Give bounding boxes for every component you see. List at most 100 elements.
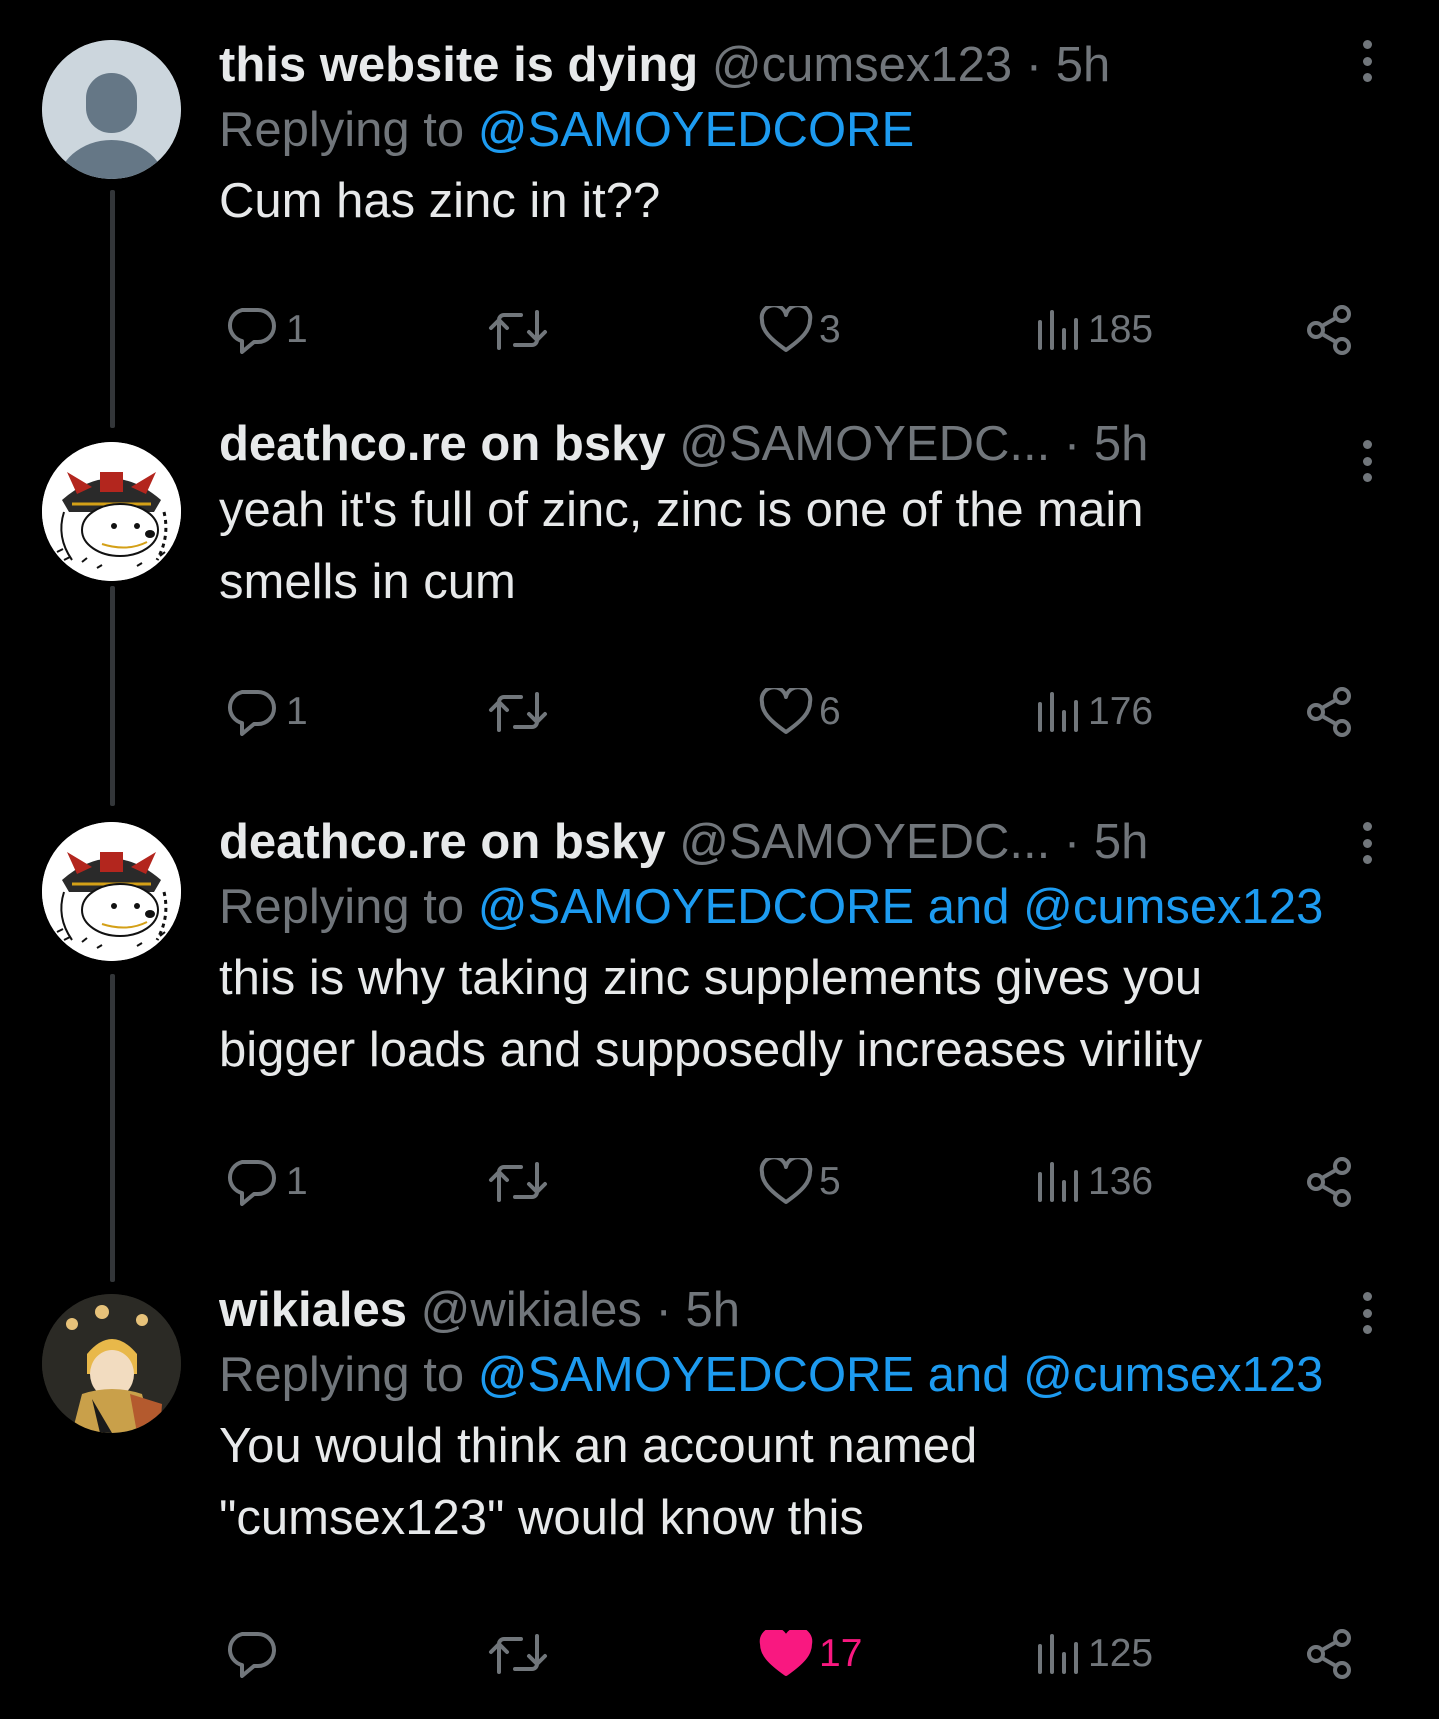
reply-count: 1 [286, 308, 308, 351]
action-bar: 17 125 [219, 1624, 1439, 1684]
share-icon [1307, 305, 1351, 355]
post-3[interactable]: deathco.re on bsky @SAMOYEDC... · 5h Rep… [0, 780, 1439, 1207]
samoyed-samurai-avatar [42, 822, 181, 961]
share-button[interactable] [1304, 300, 1356, 360]
views-count: 176 [1088, 690, 1154, 733]
timestamp[interactable]: 5h [1056, 38, 1111, 92]
separator: · [1063, 417, 1081, 471]
post-text: yeah it's full of zinc, zinc is one of t… [219, 483, 1144, 609]
avatar[interactable] [42, 822, 181, 961]
replying-to: Replying to @SAMOYEDCORE and @cumsex123 [219, 1340, 1439, 1410]
replying-to: Replying to @SAMOYEDCORE and @cumsex123 [219, 872, 1439, 942]
repost-icon [489, 1634, 547, 1674]
timestamp[interactable]: 5h [1094, 417, 1149, 471]
repost-icon [489, 1162, 547, 1202]
repost-icon [489, 692, 547, 732]
post-1[interactable]: this website is dying @cumsex123 · 5h Re… [0, 0, 1439, 380]
post-header: deathco.re on bsky @SAMOYEDC... · 5h [219, 414, 1439, 474]
like-icon [759, 1158, 813, 1204]
like-button[interactable]: 3 [759, 300, 841, 360]
samoyed-samurai-avatar [42, 442, 181, 581]
more-options-icon[interactable] [1363, 822, 1373, 864]
share-icon [1307, 1157, 1351, 1207]
replying-prefix: Replying to [219, 1348, 478, 1402]
reply-button[interactable]: 1 [224, 300, 308, 360]
replying-prefix: Replying to [219, 103, 478, 157]
user-handle[interactable]: @SAMOYEDC... [679, 417, 1050, 471]
post-text: this is why taking zinc supplements give… [219, 951, 1203, 1077]
display-name[interactable]: deathco.re on bsky [219, 417, 666, 471]
avatar[interactable] [42, 442, 181, 581]
action-bar: 1 6 176 [219, 682, 1439, 742]
replying-prefix: Replying to [219, 880, 478, 934]
repost-icon [489, 310, 547, 350]
views-icon [1038, 1162, 1078, 1202]
replying-to: Replying to @SAMOYEDCORE [219, 95, 1439, 165]
like-icon [759, 1630, 813, 1676]
user-handle[interactable]: @cumsex123 [712, 38, 1012, 92]
replying-to-link[interactable]: @SAMOYEDCORE [478, 103, 914, 157]
reply-button[interactable] [224, 1624, 286, 1684]
anime-character-avatar [42, 1294, 181, 1433]
views-button[interactable]: 136 [1034, 1152, 1153, 1212]
replying-to-link[interactable]: @SAMOYEDCORE and @cumsex123 [478, 1348, 1324, 1402]
post-2[interactable]: deathco.re on bsky @SAMOYEDC... · 5h yea… [0, 400, 1439, 760]
repost-button[interactable] [487, 682, 549, 742]
more-options-icon[interactable] [1363, 40, 1373, 82]
views-button[interactable]: 125 [1034, 1624, 1153, 1684]
avatar[interactable] [42, 1294, 181, 1433]
views-count: 136 [1088, 1160, 1154, 1203]
views-count: 125 [1088, 1632, 1154, 1675]
timestamp[interactable]: 5h [1094, 815, 1149, 869]
post-header: this website is dying @cumsex123 · 5h [219, 35, 1439, 95]
like-count: 5 [819, 1160, 841, 1203]
like-button[interactable]: 5 [759, 1152, 841, 1212]
post-text: You would think an account named "cumsex… [219, 1419, 978, 1545]
more-options-icon[interactable] [1363, 1292, 1373, 1334]
share-button[interactable] [1304, 682, 1356, 742]
display-name[interactable]: this website is dying [219, 38, 698, 92]
share-icon [1307, 687, 1351, 737]
reply-button[interactable]: 1 [224, 682, 308, 742]
replying-to-link[interactable]: @SAMOYEDCORE and @cumsex123 [478, 880, 1324, 934]
separator: · [1063, 815, 1081, 869]
like-button[interactable]: 6 [759, 682, 841, 742]
more-options-icon[interactable] [1363, 440, 1373, 482]
repost-button[interactable] [487, 300, 549, 360]
reply-icon [228, 1160, 276, 1206]
like-count: 6 [819, 690, 841, 733]
like-button[interactable]: 17 [759, 1624, 862, 1684]
display-name[interactable]: deathco.re on bsky [219, 815, 666, 869]
reply-button[interactable]: 1 [224, 1152, 308, 1212]
like-icon [759, 306, 813, 352]
share-button[interactable] [1304, 1152, 1356, 1212]
user-handle[interactable]: @wikiales [421, 1283, 642, 1337]
views-button[interactable]: 176 [1034, 682, 1153, 742]
reply-count: 1 [286, 690, 308, 733]
views-icon [1038, 692, 1078, 732]
share-button[interactable] [1304, 1624, 1356, 1684]
like-count: 3 [819, 308, 841, 351]
reply-count: 1 [286, 1160, 308, 1203]
post-header: deathco.re on bsky @SAMOYEDC... · 5h [219, 812, 1439, 872]
post-header: wikiales @wikiales · 5h [219, 1280, 1439, 1340]
views-icon [1038, 1634, 1078, 1674]
post-text: Cum has zinc in it?? [219, 174, 661, 228]
post-4[interactable]: wikiales @wikiales · 5h Replying to @SAM… [0, 1252, 1439, 1719]
action-bar: 1 3 185 [219, 300, 1439, 360]
views-count: 185 [1088, 308, 1154, 351]
default-avatar-icon [42, 40, 181, 179]
reply-icon [228, 1632, 276, 1678]
user-handle[interactable]: @SAMOYEDC... [679, 815, 1050, 869]
separator: · [655, 1283, 672, 1337]
timestamp[interactable]: 5h [685, 1283, 740, 1337]
avatar[interactable] [42, 40, 181, 179]
views-icon [1038, 310, 1078, 350]
repost-button[interactable] [487, 1152, 549, 1212]
reply-icon [228, 308, 276, 354]
like-icon [759, 688, 813, 734]
reply-icon [228, 690, 276, 736]
display-name[interactable]: wikiales [219, 1283, 407, 1337]
repost-button[interactable] [487, 1624, 549, 1684]
views-button[interactable]: 185 [1034, 300, 1153, 360]
